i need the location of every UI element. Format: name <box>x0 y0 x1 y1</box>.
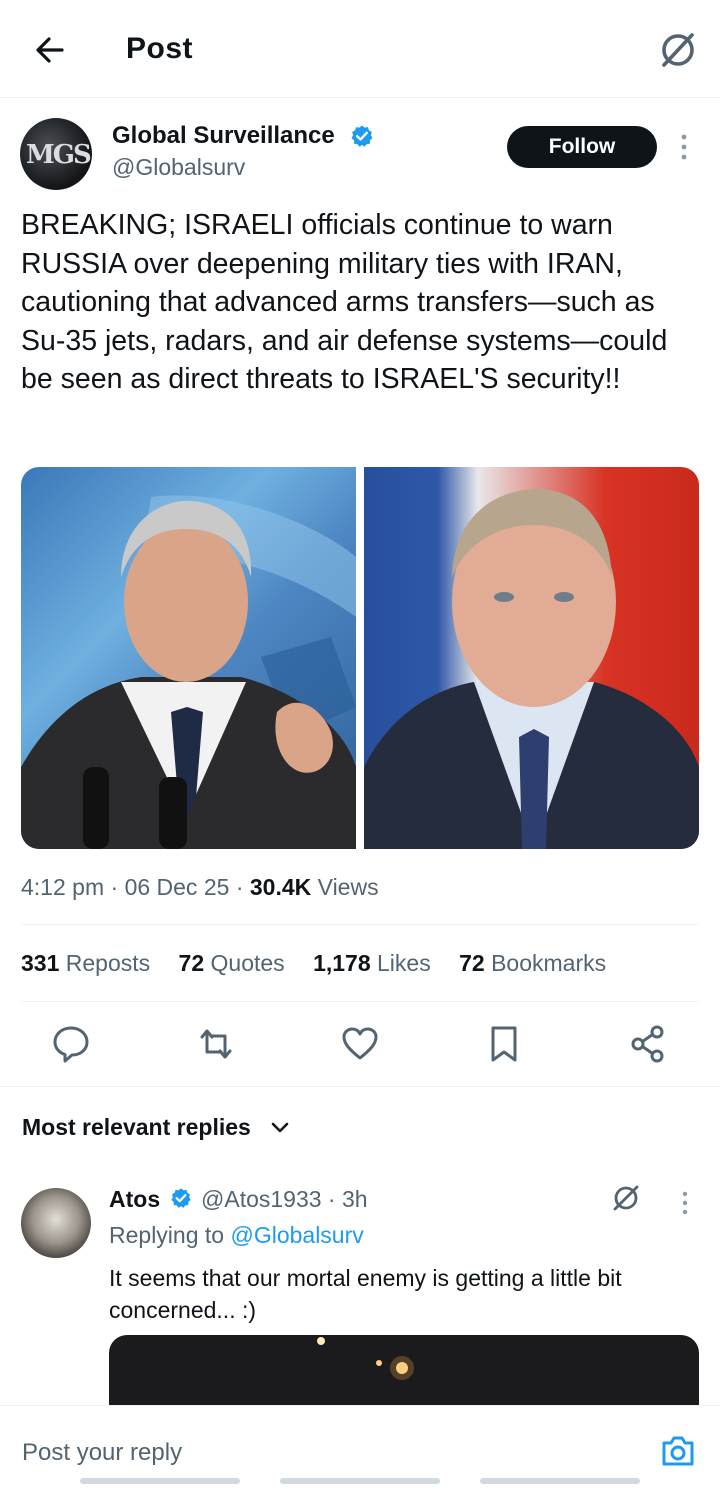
reply-icon[interactable] <box>51 1022 91 1066</box>
grok-icon[interactable] <box>656 28 700 72</box>
repost-icon[interactable] <box>196 1022 236 1066</box>
reposts-label: Reposts <box>65 950 151 976</box>
nav-indicator <box>480 1478 640 1484</box>
quotes-label: Quotes <box>210 950 285 976</box>
reply-handle-time: @Atos1933 · 3h <box>201 1186 368 1213</box>
reposts-count: 331 <box>21 950 60 976</box>
reply-author-handle[interactable]: @Atos1933 <box>201 1186 322 1212</box>
top-bar: Post <box>0 0 720 98</box>
replying-prefix: Replying to <box>109 1222 225 1248</box>
quotes-stat[interactable]: 72 Quotes <box>179 950 285 976</box>
reply-media[interactable] <box>109 1335 699 1415</box>
reply-composer: Post your reply <box>0 1405 720 1494</box>
bookmark-icon[interactable] <box>484 1022 524 1066</box>
reply-input[interactable]: Post your reply <box>22 1439 182 1467</box>
divider <box>21 924 699 925</box>
reply-time: 3h <box>342 1186 368 1212</box>
quotes-count: 72 <box>178 950 205 976</box>
chevron-down-icon[interactable] <box>270 1118 290 1138</box>
reposts-stat[interactable]: 331 Reposts <box>21 950 150 976</box>
portrait-illustration-right <box>364 489 699 849</box>
nav-indicator <box>280 1478 440 1484</box>
post-text: BREAKING; ISRAELI officials continue to … <box>21 209 668 395</box>
camera-icon[interactable] <box>660 1433 696 1469</box>
replies-filter-label[interactable]: Most relevant replies <box>22 1114 251 1141</box>
bookmarks-stat[interactable]: 72 Bookmarks <box>459 950 606 976</box>
page-title: Post <box>126 32 194 65</box>
photo-right[interactable] <box>364 467 699 849</box>
like-icon[interactable] <box>340 1022 380 1066</box>
reply-author-name[interactable]: Atos <box>109 1186 160 1213</box>
views-label[interactable]: Views <box>318 874 379 900</box>
views-count[interactable]: 30.4K <box>250 874 311 900</box>
post-meta: 4:12 pm · 06 Dec 25 · 30.4K Views <box>21 874 379 901</box>
likes-count: 1,178 <box>313 950 371 976</box>
author-avatar[interactable]: MGS <box>20 118 92 190</box>
meta-separator: · <box>235 874 250 900</box>
back-arrow-icon[interactable] <box>30 30 70 70</box>
section-divider <box>0 1086 720 1087</box>
share-icon[interactable] <box>628 1022 668 1066</box>
engagement-stats: 331 Reposts 72 Quotes 1,178 Likes 72 Boo… <box>21 950 628 977</box>
post-date: 06 Dec 25 <box>124 874 230 900</box>
verified-badge-icon <box>351 125 373 147</box>
post-time: 4:12 pm <box>21 874 105 900</box>
photo-left[interactable] <box>21 467 356 849</box>
author-name[interactable]: Global Surveillance <box>112 122 335 150</box>
divider <box>21 1001 699 1002</box>
portrait-illustration-left <box>21 495 356 849</box>
author-handle[interactable]: @Globalsurv <box>112 154 245 181</box>
nav-indicator <box>80 1478 240 1484</box>
verified-badge-icon <box>171 1188 191 1208</box>
more-options-icon[interactable] <box>678 1190 692 1216</box>
post-actions <box>0 1022 720 1068</box>
night-sky-illustration <box>317 1337 414 1380</box>
avatar-logo-text: MGS <box>26 140 92 170</box>
likes-stat[interactable]: 1,178 Likes <box>313 950 431 976</box>
replying-to: Replying to @Globalsurv <box>109 1222 364 1249</box>
bookmarks-label: Bookmarks <box>491 950 607 976</box>
grok-icon[interactable] <box>610 1182 642 1214</box>
reply-text: It seems that our mortal enemy is gettin… <box>109 1265 622 1323</box>
follow-button[interactable]: Follow <box>507 126 657 168</box>
bookmarks-count: 72 <box>459 950 485 976</box>
likes-label: Likes <box>377 950 431 976</box>
reply-avatar[interactable] <box>21 1188 91 1258</box>
post-media[interactable] <box>21 467 699 849</box>
replying-to-link[interactable]: @Globalsurv <box>230 1222 363 1248</box>
meta-separator: · <box>110 874 125 900</box>
meta-separator: · <box>321 1186 342 1212</box>
more-options-icon[interactable] <box>676 132 692 162</box>
